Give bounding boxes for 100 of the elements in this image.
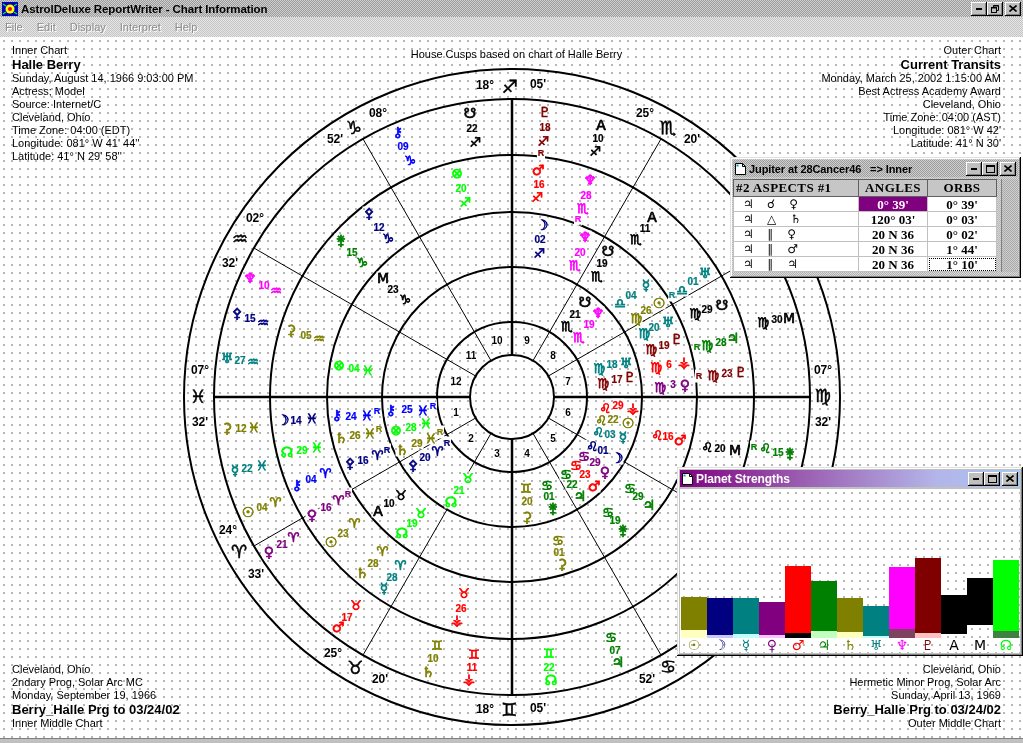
body-symbol: ⚴	[231, 305, 243, 321]
sign-symbol: ♒	[257, 314, 269, 330]
body-symbol: ♇	[670, 331, 684, 347]
planet-symbol: ♃	[787, 258, 799, 271]
column-header[interactable]: ORBS	[927, 179, 997, 197]
degree-label: 29	[701, 303, 713, 315]
degree-label: 27	[234, 354, 246, 366]
body-symbol: ♅	[698, 265, 712, 281]
minimize-button[interactable]	[968, 471, 984, 486]
chart-detail: Source: Internet/C	[12, 98, 102, 111]
cusp-sign: ♒	[231, 227, 249, 249]
body-symbol: ♇	[623, 369, 637, 385]
degree-label: 18	[606, 358, 618, 370]
sign-symbol: ♈	[332, 492, 344, 508]
degree-label: 05	[300, 329, 312, 341]
degree-label: 16	[662, 430, 674, 442]
house-number: 7	[565, 376, 571, 388]
body-symbol: ☋	[463, 105, 477, 121]
degree-label: 29	[411, 437, 423, 449]
angle-value[interactable]: 20 N 36	[858, 226, 928, 242]
planet-symbol: ♃	[743, 213, 754, 226]
orb-value[interactable]: 1° 44'	[927, 241, 997, 257]
sign-symbol: ♑	[404, 152, 416, 168]
scroll-bar[interactable]	[1001, 179, 1018, 272]
house-number: 6	[565, 406, 571, 418]
body-symbol: M	[376, 270, 390, 286]
orb-value[interactable]: 0° 02'	[927, 226, 997, 242]
degree-label: 04	[305, 473, 317, 485]
degree-label: 19	[658, 339, 670, 351]
sign-symbol: ♈	[376, 543, 388, 559]
sign-symbol: ♈	[287, 529, 299, 545]
body-symbol: ⚷	[385, 402, 397, 418]
orb-value[interactable]: 1° 10'	[927, 256, 997, 272]
body-symbol: ☋	[601, 243, 615, 259]
body-symbol: ♄	[355, 565, 369, 581]
body-symbol: ♄	[395, 442, 409, 458]
retrograde-mark: R	[344, 489, 352, 499]
body-symbol: A	[647, 209, 657, 225]
retrograde-mark: R	[373, 406, 381, 416]
body-symbol: ♆	[895, 638, 909, 653]
chart-detail: Monday, March 25, 2002 1:15:00 AM	[821, 72, 1001, 85]
degree-label: 28	[386, 571, 398, 583]
cusp-degree: 18°	[475, 702, 495, 716]
close-icon	[1006, 475, 1014, 482]
cusp-minutes: 05'	[529, 77, 547, 91]
sign-symbol: ♎	[614, 295, 626, 311]
chart-detail: Cleveland, Ohio	[12, 663, 91, 676]
body-symbol: ☿	[230, 462, 240, 478]
degree-label: 11	[466, 661, 478, 673]
body-symbol: ♀	[766, 638, 778, 653]
cusp-degree: 07°	[190, 363, 210, 377]
cusp-minutes: 20'	[683, 132, 701, 146]
degree-label: 04	[348, 362, 360, 374]
column-header[interactable]: #2 ASPECTS #1	[733, 179, 859, 197]
chart-detail: Cleveland, Ohio	[922, 663, 1001, 676]
chart-detail: Longitude: 081° W 41' 44''	[12, 137, 140, 150]
sign-symbol: ♍	[654, 379, 666, 395]
body-symbol: ⚶	[451, 612, 463, 628]
sign-symbol: ♋	[552, 532, 564, 548]
orb-value[interactable]: 0° 03'	[927, 211, 997, 227]
close-button[interactable]	[1002, 471, 1018, 486]
body-symbol: ♅	[619, 355, 633, 371]
chart-caption: Outer Chart	[943, 44, 1001, 57]
degree-label: 22	[607, 413, 619, 425]
body-symbol: ☉	[241, 504, 255, 520]
cusp-degree: 25°	[635, 106, 655, 120]
sign-symbol: ♓	[256, 457, 268, 473]
angle-value[interactable]: 120° 03'	[858, 211, 928, 227]
column-header[interactable]: ANGLES	[858, 179, 928, 197]
angle-value[interactable]: 20 N 36	[858, 241, 928, 257]
orb-value[interactable]: 0° 39'	[927, 196, 997, 212]
window-title: AstrolDeluxe ReportWriter - Chart Information	[21, 2, 269, 15]
document-icon	[735, 162, 746, 175]
sign-symbol: ♈	[348, 515, 360, 531]
degree-label: 20	[574, 246, 586, 258]
sign-symbol: ♒	[247, 353, 259, 369]
planet-symbol: ♃	[743, 228, 754, 241]
angle-value[interactable]: 20 N 36	[858, 256, 928, 272]
sign-symbol: ♉	[395, 487, 407, 503]
maximize-button[interactable]	[984, 471, 1000, 486]
degree-label: 20	[714, 442, 726, 454]
planet-symbol: ♃	[743, 198, 754, 211]
sign-symbol: ♍	[689, 305, 701, 321]
body-symbol: ♃	[573, 488, 587, 504]
sign-symbol: ♓	[420, 415, 432, 431]
house-number: 8	[550, 350, 556, 362]
degree-label: 01	[543, 490, 555, 502]
sign-symbol: ♋	[605, 629, 617, 645]
degree-label: 23	[337, 527, 349, 539]
degree-label: 28	[580, 189, 592, 201]
degree-label: 28	[715, 336, 727, 348]
cusp-minutes: 33'	[247, 567, 265, 581]
sign-symbol: ♍	[597, 375, 609, 391]
chart-caption: Inner Middle Chart	[12, 717, 103, 730]
chart-name: Berry_Halle Prg to 03/24/02	[12, 702, 180, 717]
sign-symbol: ♈	[394, 557, 406, 573]
body-symbol: ♆	[591, 305, 605, 321]
cusp-sign: ♈	[230, 540, 248, 562]
degree-label: 15	[244, 312, 256, 324]
cusp-sign: ♊	[500, 698, 518, 720]
